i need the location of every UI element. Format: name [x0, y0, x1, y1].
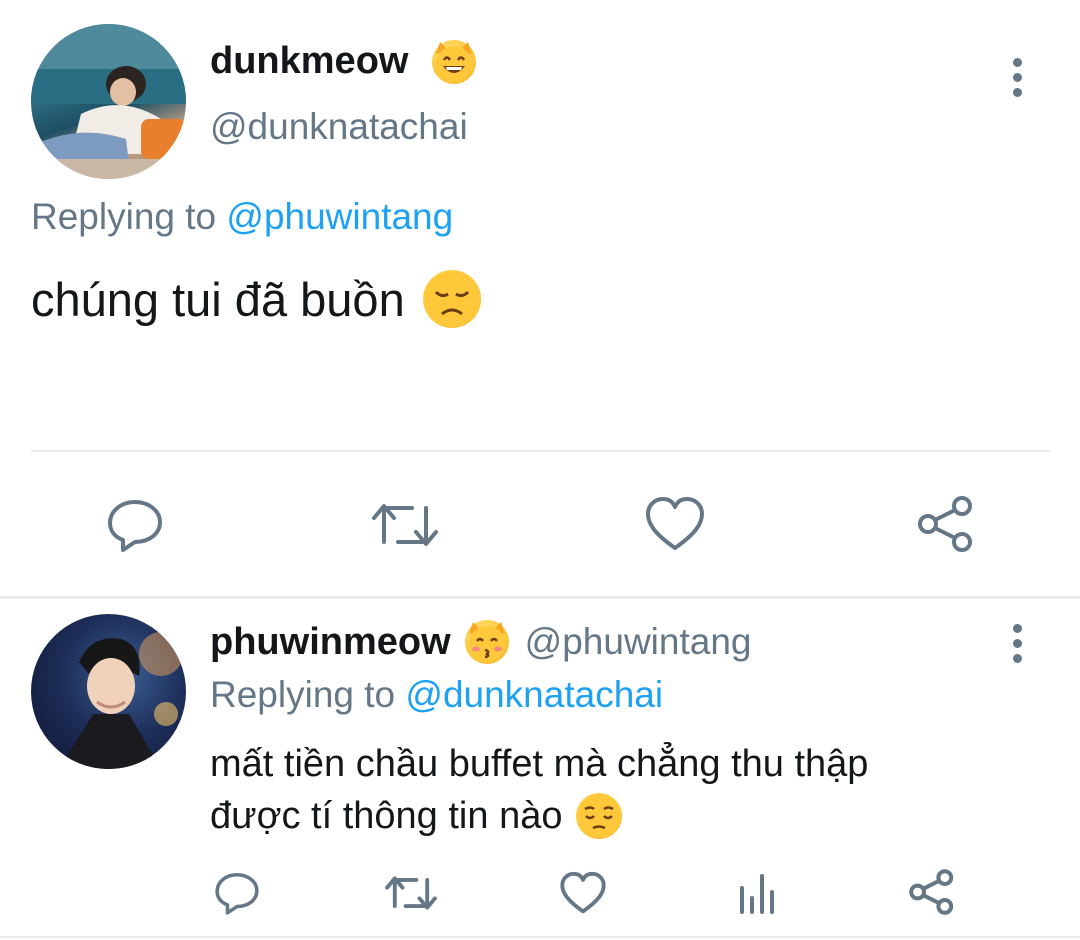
divider: [0, 596, 1080, 599]
avatar-phuwinmeow[interactable]: [31, 614, 186, 769]
kissing-cat-emoji: [464, 620, 509, 664]
disappointed-face-emoji: [422, 270, 481, 328]
user-header: phuwinmeow @phuwintang: [210, 620, 751, 664]
avatar-dunkmeow[interactable]: [31, 24, 186, 179]
tweet-text: mất tiền chầu buffet mà chẳng thu thập đ…: [210, 738, 868, 842]
user-handle[interactable]: @dunknatachai: [210, 106, 468, 148]
divider: [0, 936, 1080, 938]
user-handle[interactable]: @phuwintang: [525, 621, 752, 663]
replying-to: Replying to @dunknatachai: [210, 674, 663, 716]
share-icon[interactable]: [916, 494, 976, 554]
reply-icon[interactable]: [106, 496, 164, 554]
tweet-text-line: mất tiền chầu buffet mà chẳng thu thập: [210, 743, 869, 785]
divider: [31, 450, 1050, 452]
display-name[interactable]: dunkmeow: [210, 40, 408, 83]
avatar-image: [31, 24, 186, 179]
tweet-text-line-wrap: được tí thông tin nào: [210, 790, 868, 842]
replying-to-label: Replying to: [31, 196, 217, 237]
more-options-icon[interactable]: [1011, 624, 1023, 669]
analytics-icon[interactable]: [738, 872, 778, 914]
tweet-text-content: chúng tui đã buồn: [31, 272, 405, 326]
retweet-icon[interactable]: [384, 872, 438, 914]
replying-to-mention[interactable]: @dunknatachai: [405, 674, 663, 715]
pensive-face-emoji: [576, 793, 623, 839]
like-icon[interactable]: [645, 496, 705, 552]
share-icon[interactable]: [908, 868, 956, 916]
replying-to: Replying to @phuwintang: [31, 196, 453, 238]
reply-icon[interactable]: [214, 870, 260, 916]
replying-to-mention[interactable]: @phuwintang: [226, 196, 453, 237]
smiling-cat-emoji: [432, 40, 476, 84]
tweet-text: chúng tui đã buồn: [31, 270, 481, 328]
replying-to-label: Replying to: [210, 674, 396, 715]
display-name[interactable]: phuwinmeow: [210, 621, 451, 664]
retweet-icon[interactable]: [370, 498, 440, 552]
avatar-image: [59, 632, 183, 769]
tweet-text-line: được tí thông tin nào: [210, 795, 563, 837]
like-icon[interactable]: [560, 871, 606, 915]
more-options-icon[interactable]: [1011, 58, 1023, 103]
